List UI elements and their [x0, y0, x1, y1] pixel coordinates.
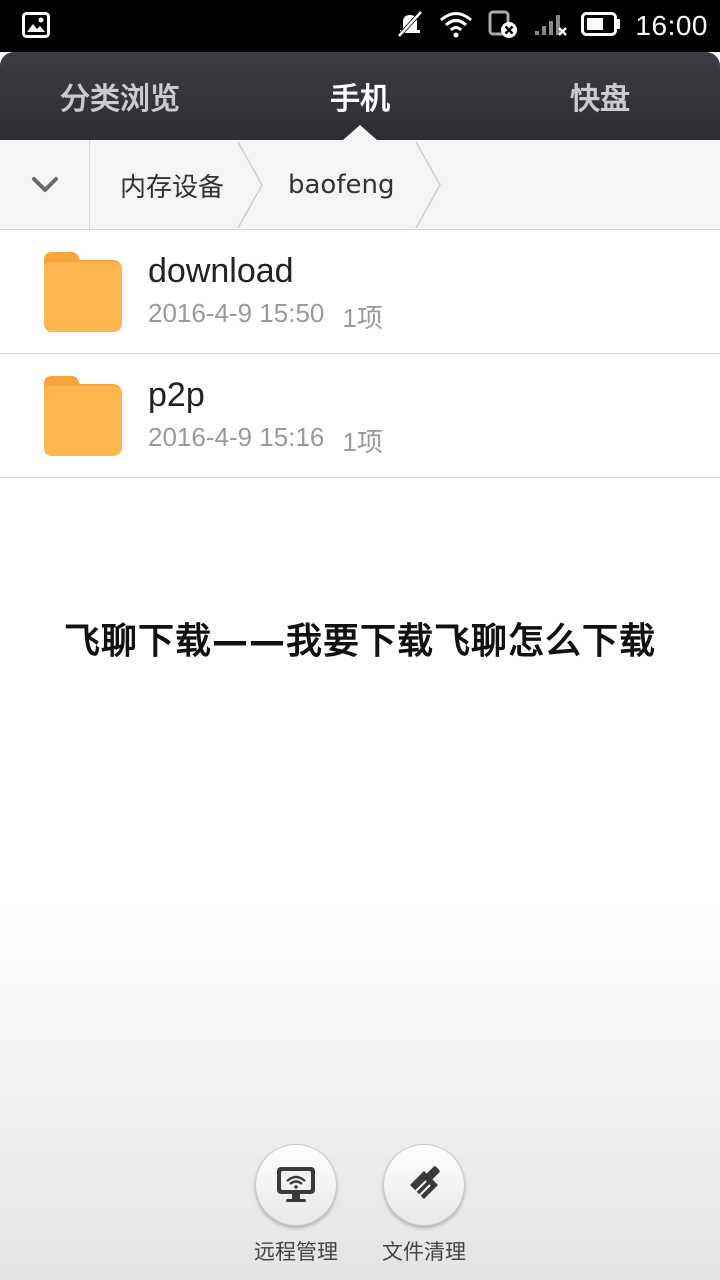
signal-icon — [533, 11, 568, 41]
breadcrumb-item-internal-storage[interactable]: 内存设备 — [120, 140, 224, 230]
file-name: download — [148, 252, 294, 290]
breadcrumb-separator-icon — [415, 141, 441, 229]
broom-icon — [410, 1166, 440, 1199]
file-date: 2016-4-9 15:50 — [148, 298, 325, 328]
breadcrumb: 内存设备 baofeng — [0, 140, 720, 230]
wifi-icon — [439, 10, 473, 42]
clock: 16:00 — [635, 10, 708, 41]
breadcrumb-dropdown-button[interactable] — [0, 140, 90, 230]
tab-bar: 分类浏览 手机 快盘 — [0, 52, 720, 140]
image-notification-icon — [22, 12, 50, 42]
file-clean-button[interactable] — [383, 1144, 465, 1226]
tab-kuaipan[interactable]: 快盘 — [480, 52, 720, 140]
file-count: 1项 — [342, 303, 383, 333]
tab-label: 手机 — [330, 82, 390, 117]
breadcrumb-label: 内存设备 — [120, 172, 225, 203]
tab-label: 快盘 — [570, 82, 630, 117]
breadcrumb-item-baofeng[interactable]: baofeng — [288, 140, 394, 230]
list-item[interactable]: download 2016-4-9 15:50 1项 — [0, 230, 720, 354]
remote-monitor-icon — [277, 1167, 315, 1202]
file-name: p2p — [148, 376, 205, 414]
tool-label: 远程管理 — [254, 1240, 338, 1264]
sim-blocked-icon — [487, 9, 519, 43]
file-date: 2016-4-9 15:16 — [148, 422, 325, 452]
file-meta: 2016-4-9 15:50 1项 — [148, 298, 383, 335]
mute-icon — [395, 9, 425, 43]
file-meta: 2016-4-9 15:16 1项 — [148, 422, 383, 459]
tab-phone[interactable]: 手机 — [240, 52, 480, 140]
folder-icon — [44, 376, 122, 456]
file-clean-tool[interactable]: 文件清理 — [359, 1144, 489, 1266]
tab-label: 分类浏览 — [60, 82, 180, 117]
folder-icon — [44, 252, 122, 332]
status-bar: 16:00 — [0, 0, 720, 52]
list-item[interactable]: p2p 2016-4-9 15:16 1项 — [0, 354, 720, 478]
breadcrumb-separator-icon — [237, 141, 263, 229]
breadcrumb-label: baofeng — [288, 170, 395, 200]
chevron-down-icon — [31, 177, 58, 192]
tab-category-browse[interactable]: 分类浏览 — [0, 52, 240, 140]
file-list: download 2016-4-9 15:50 1项 p2p 2016-4-9 … — [0, 230, 720, 478]
tool-label: 文件清理 — [382, 1240, 466, 1264]
active-tab-indicator — [343, 125, 377, 140]
remote-manage-button[interactable] — [255, 1144, 337, 1226]
file-count: 1项 — [342, 427, 383, 457]
overlay-headline: 飞聊下载——我要下载飞聊怎么下载 — [63, 621, 656, 662]
remote-manage-tool[interactable]: 远程管理 — [231, 1144, 361, 1266]
battery-icon — [581, 12, 621, 40]
